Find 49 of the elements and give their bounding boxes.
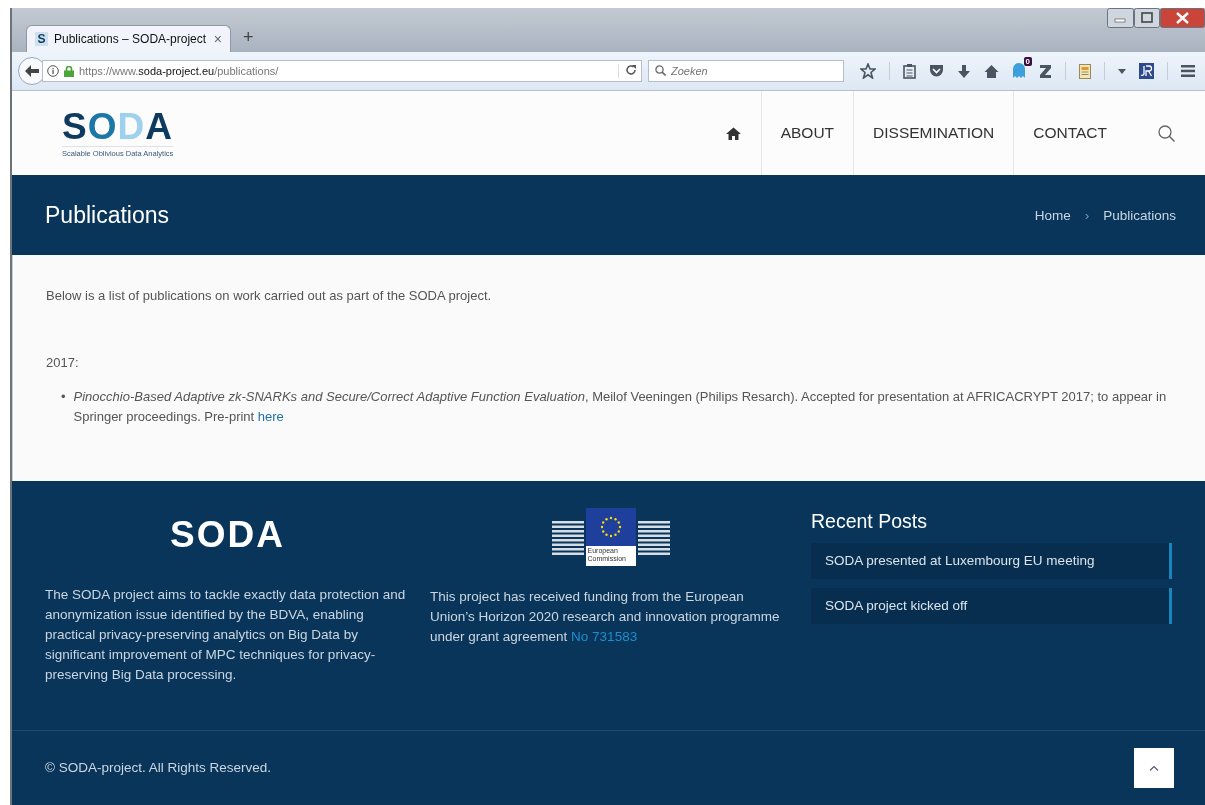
star-icon[interactable] <box>860 63 876 79</box>
eu-flag-icon <box>585 508 636 546</box>
download-icon[interactable] <box>957 63 971 79</box>
recent-post-link[interactable]: SODA project kicked off <box>811 588 1172 624</box>
footer-logo: SODA <box>170 513 285 557</box>
favicon: S <box>35 32 48 46</box>
chevron-up-icon <box>1149 765 1159 771</box>
notepad-icon[interactable] <box>1079 63 1091 79</box>
info-icon <box>47 65 59 77</box>
section-heading: Recent Posts <box>811 511 928 531</box>
recent-post-link[interactable]: SODA presented at Luxembourg EU meeting <box>811 543 1172 579</box>
maximize-button[interactable] <box>1134 8 1160 28</box>
bullet: • <box>61 388 66 406</box>
back-arrow-icon <box>25 65 39 77</box>
tab-title: Publications – SODA-project <box>54 32 207 46</box>
pocket-icon[interactable] <box>929 64 944 78</box>
home-icon[interactable] <box>984 64 999 78</box>
intro-text: Below is a list of publications on work carried out as part of the SODA project. <box>46 287 493 305</box>
nav-link[interactable]: CONTACT <box>1014 91 1126 175</box>
menu-icon[interactable] <box>1181 65 1195 77</box>
link[interactable]: No 731583 <box>571 629 638 644</box>
year-heading: 2017: <box>46 354 80 372</box>
about-text: The SODA project aims to tackle exactly data protection and anonymization issue identified by the BDVA, enabling practical privacy-preserving analytics on Big Data by significant improvement of MPC techniques for privacy-preserving Big Data processing. <box>45 586 407 684</box>
close-tab-button[interactable]: × <box>213 31 222 47</box>
breadcrumb-separator: › <box>1084 207 1090 223</box>
browser-tab[interactable]: S Publications – SODA-project × <box>26 25 231 52</box>
new-tab-button[interactable]: + <box>243 27 254 48</box>
close-button[interactable] <box>1160 8 1205 28</box>
copyright-text: © SODA-project. All Rights Reserved. <box>45 759 272 777</box>
minimize-button[interactable] <box>1107 8 1134 28</box>
search-icon[interactable] <box>1158 124 1175 142</box>
breadcrumb-link[interactable]: Home <box>1034 207 1071 223</box>
search-icon <box>655 65 666 76</box>
page-title: Publications <box>45 201 170 229</box>
home-icon[interactable] <box>725 126 741 140</box>
reload-icon <box>625 64 637 76</box>
publication-entry: Pinocchio-Based Adaptive zk-SNARKs and Secure/Correct Adaptive Function Evaluation, Meilof Veeningen (Philips Resarch). Accepted for presentation at AFRICACRYPT 2017; to appear in Springer proceedings. Pre-print here <box>73 388 1168 426</box>
jr-icon[interactable] <box>1139 63 1154 79</box>
url-text: https://www.soda-project.eu/publications/ <box>79 65 279 77</box>
z-icon[interactable] <box>1039 64 1052 78</box>
caret-icon[interactable] <box>1118 68 1126 74</box>
clipboard-icon[interactable] <box>903 63 916 79</box>
address-bar[interactable]: https://www.soda-project.eu/publications/ <box>42 60 642 82</box>
notification-badge: 0 <box>1023 57 1032 66</box>
search-field[interactable]: Zoeken <box>648 60 844 82</box>
lock-icon <box>64 65 74 77</box>
link[interactable]: here <box>257 409 284 424</box>
ghost-icon[interactable] <box>1012 63 1026 79</box>
funding-text: This project has received funding from the European Union’s Horizon 2020 research and innovation programme under grant agreement No 731583 <box>430 588 781 646</box>
